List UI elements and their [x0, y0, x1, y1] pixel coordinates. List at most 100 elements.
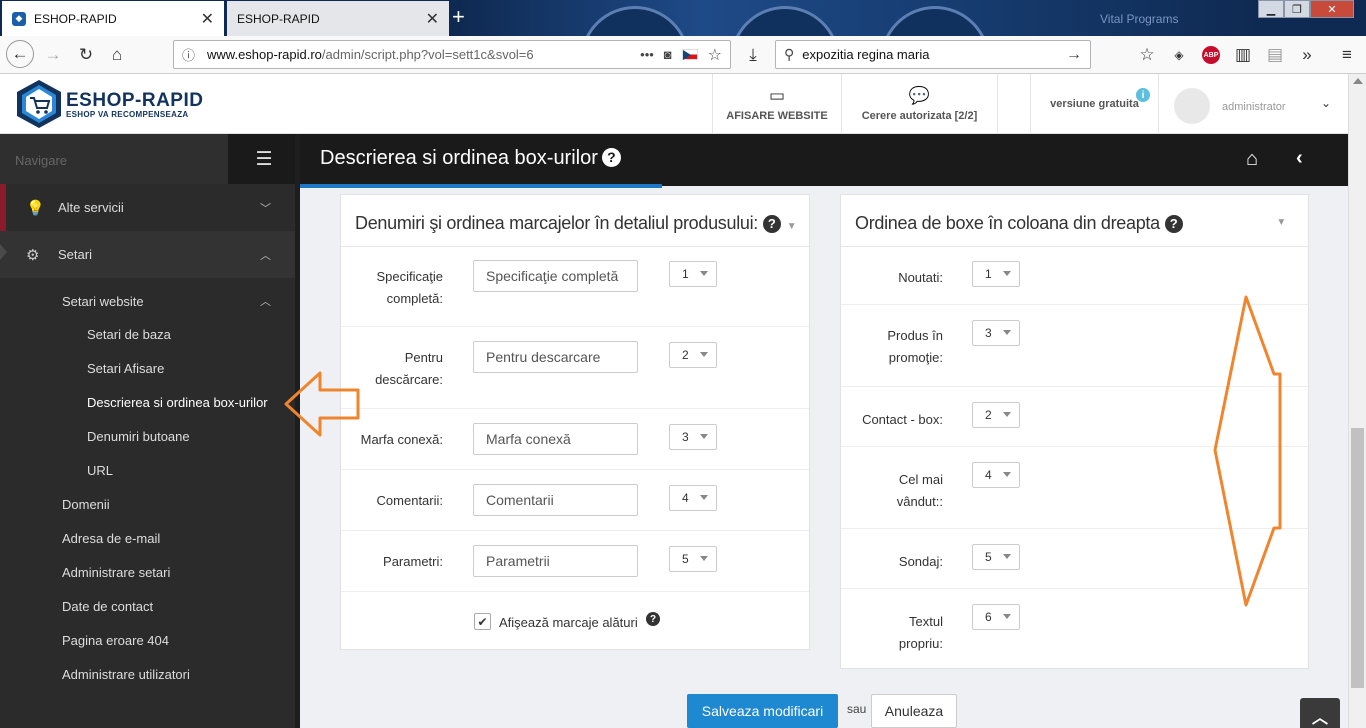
home-icon[interactable]: ⌂	[104, 43, 130, 67]
order-select[interactable]: 4	[669, 485, 717, 511]
cancel-button[interactable]: Anuleaza	[871, 694, 957, 728]
order-select[interactable]: 5	[972, 544, 1020, 570]
marcaje-panel: Denumiri şi ordinea marcajelor în detali…	[340, 194, 810, 650]
back-icon[interactable]: ←	[6, 40, 34, 68]
sidebar-item-setari[interactable]: ⚙ Setari ︿	[0, 231, 295, 278]
download-icon[interactable]: ⤓	[740, 43, 766, 67]
site-info-icon[interactable]: ⓘ	[182, 45, 195, 64]
sidebar-item-administrare-setari[interactable]: Administrare setari	[62, 565, 170, 580]
or-separator: sau	[847, 702, 867, 716]
order-select[interactable]: 1	[972, 261, 1020, 287]
search-input[interactable]	[802, 47, 1066, 62]
forward-icon[interactable]: →	[40, 43, 66, 67]
back-chevron-icon[interactable]: ‹	[1296, 147, 1303, 170]
sidebar-toggle-icon[interactable]: ▥	[1230, 43, 1256, 67]
order-select[interactable]: 2	[972, 402, 1020, 428]
panel-title: Denumiri şi ordinea marcajelor în detali…	[341, 195, 809, 247]
help-icon[interactable]: ?	[646, 612, 660, 626]
sidebar-subitem-denumiri-butoane[interactable]: Denumiri butoane	[87, 429, 190, 444]
home-icon[interactable]: ⌂	[1246, 148, 1258, 171]
sidebar-item-setari-website[interactable]: Setari website ︿	[0, 284, 295, 318]
order-select[interactable]: 1	[669, 261, 717, 287]
search-bar[interactable]: ⚲ →	[775, 40, 1091, 69]
checkbox-label: Afişează marcaje alături	[499, 615, 638, 630]
save-button[interactable]: Salveaza modificari	[687, 694, 838, 728]
chevron-down-icon: ﹀	[260, 202, 271, 215]
field-label: Pentru descărcare:	[375, 350, 443, 387]
scroll-thumb[interactable]	[1351, 428, 1364, 688]
field-label: Cel mai vândut::	[896, 472, 943, 509]
tab-close-icon[interactable]: ✕	[426, 9, 439, 29]
help-icon[interactable]: ?	[601, 147, 621, 167]
chevron-down-icon[interactable]: ⌄	[1321, 96, 1331, 110]
ublock-icon[interactable]: ◈	[1166, 43, 1192, 67]
sidebar-subitem-setari-de-baza[interactable]: Setari de baza	[87, 327, 171, 342]
pentru-descarcare-input[interactable]	[473, 341, 638, 373]
sidebar-item-date-de-contact[interactable]: Date de contact	[62, 599, 153, 614]
new-tab-icon[interactable]: +	[452, 4, 465, 30]
afiseaza-marcaje-checkbox[interactable]: ✔	[474, 613, 491, 630]
search-go-icon[interactable]: →	[1066, 46, 1082, 64]
afisare-website-button[interactable]: ▭ AFISARE WEBSITE	[712, 74, 841, 134]
cerere-autorizata-button[interactable]: 💬 Cerere autorizata [2/2]	[841, 74, 997, 134]
sidebar-item-adresa-email[interactable]: Adresa de e-mail	[62, 531, 160, 546]
maximize-icon[interactable]: ❐	[1284, 0, 1310, 18]
order-select[interactable]: 6	[972, 604, 1020, 630]
sidebar-subitem-setari-afisare[interactable]: Setari Afisare	[87, 361, 164, 376]
marfa-conexa-input[interactable]	[473, 423, 638, 455]
sidebar-item-pagina-eroare[interactable]: Pagina eroare 404	[62, 633, 169, 648]
page-actions-icon[interactable]: •••	[640, 47, 654, 62]
bookmark-star-icon[interactable]: ☆	[708, 45, 722, 65]
window-close-icon[interactable]: ✕	[1310, 0, 1354, 18]
help-icon[interactable]: ?	[1164, 214, 1183, 233]
order-select[interactable]: 3	[669, 424, 717, 450]
user-name[interactable]: administrator	[1222, 101, 1286, 113]
minimize-icon[interactable]: ▁	[1258, 0, 1284, 18]
logo-title: ESHOP-RAPID	[66, 89, 204, 111]
order-select[interactable]: 4	[972, 462, 1020, 488]
adblock-plus-icon[interactable]: ABP	[1198, 43, 1224, 67]
sidebar-subitem-descrierea-box-urilor[interactable]: Descrierea si ordinea box-urilor	[87, 395, 268, 410]
parametri-input[interactable]	[473, 545, 638, 577]
order-select[interactable]: 5	[669, 546, 717, 572]
caret-down-icon[interactable]: ▼	[1276, 217, 1286, 228]
tab-close-icon[interactable]: ✕	[201, 9, 214, 29]
sidebar-item-domenii[interactable]: Domenii	[62, 497, 110, 512]
hamburger-menu-icon[interactable]: ≡	[1334, 43, 1360, 67]
scroll-to-top-button[interactable]: ︿	[1300, 698, 1340, 728]
field-label: Produs în promoţie:	[887, 328, 943, 365]
scroll-up-icon[interactable]	[1353, 78, 1363, 84]
caret-down-icon[interactable]: ▼	[787, 221, 797, 232]
comentarii-input[interactable]	[473, 484, 638, 516]
site-logo[interactable]: ESHOP-RAPID ESHOP VA RECOMPENSEAZA	[14, 78, 203, 130]
versiune-gratuita-button[interactable]: versiune gratuita	[1030, 74, 1158, 134]
sidebar-toggle-button[interactable]: ☰	[228, 134, 300, 184]
sidebar-item-alte-servicii[interactable]: 💡 Alte servicii ﹀	[0, 184, 295, 231]
site-favicon-icon: ◆	[12, 11, 26, 26]
form-row: Specificaţiecompletă: 1	[341, 247, 809, 327]
chevron-up-icon: ︿	[260, 249, 271, 262]
sidebar-item-administrare-utilizatori[interactable]: Administrare utilizatori	[62, 667, 190, 682]
reload-icon[interactable]: ↻	[73, 43, 99, 67]
bookmarks-star-icon[interactable]: ☆	[1134, 43, 1160, 67]
pocket-icon[interactable]: ◙	[664, 47, 672, 62]
chat-icon: 💬	[908, 86, 931, 105]
specificatie-input[interactable]	[473, 260, 638, 292]
reader-view-icon[interactable]: ▤	[1262, 43, 1288, 67]
order-select[interactable]: 3	[972, 320, 1020, 346]
browser-tab[interactable]: ESHOP-RAPID ✕	[227, 1, 449, 36]
avatar[interactable]	[1174, 88, 1210, 124]
decorative-circle	[730, 6, 840, 36]
sidebar-nav-label: Navigare	[0, 134, 228, 184]
help-icon[interactable]: ?	[762, 214, 781, 233]
sidebar-subitem-url[interactable]: URL	[87, 463, 113, 478]
url-bar[interactable]: ⓘ www.eshop-rapid.ro/admin/script.php?vo…	[173, 40, 731, 69]
overflow-chevron-icon[interactable]: »	[1294, 43, 1320, 67]
czech-flag-icon[interactable]	[681, 49, 698, 60]
form-row: ✔ Afişează marcaje alături ?	[341, 592, 809, 650]
page-scrollbar[interactable]	[1348, 74, 1366, 728]
browser-tab-active[interactable]: ◆ ESHOP-RAPID ✕	[2, 1, 224, 36]
info-icon[interactable]: i	[1136, 88, 1150, 102]
hamburger-icon: ☰	[255, 148, 273, 170]
order-select[interactable]: 2	[669, 342, 717, 368]
